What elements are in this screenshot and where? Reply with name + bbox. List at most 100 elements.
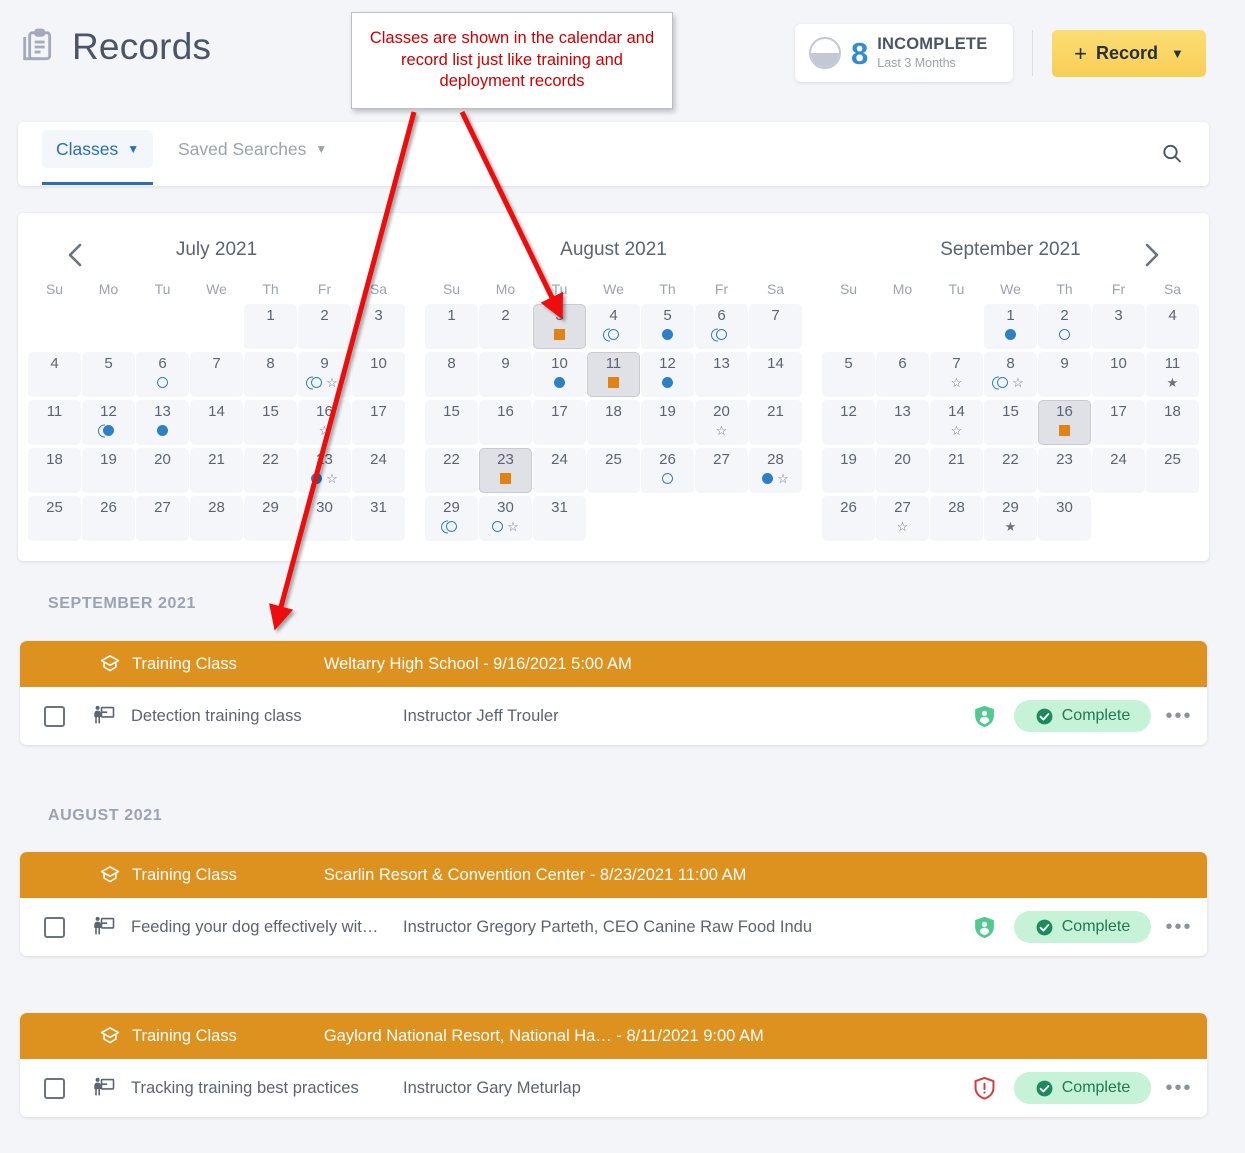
- calendar-day-18[interactable]: 18: [587, 400, 640, 445]
- calendar-day-14[interactable]: 14: [749, 352, 802, 397]
- calendar-day-22[interactable]: 22: [244, 448, 297, 493]
- calendar-day-6[interactable]: 6: [876, 352, 929, 397]
- tab-saved-searches[interactable]: Saved Searches ▼: [164, 130, 341, 168]
- calendar-day-18[interactable]: 18: [1146, 400, 1199, 445]
- calendar-day-22[interactable]: 22: [984, 448, 1037, 493]
- calendar-day-3[interactable]: 3: [1092, 304, 1145, 349]
- calendar-day-15[interactable]: 15: [244, 400, 297, 445]
- calendar-day-20[interactable]: 20: [876, 448, 929, 493]
- calendar-day-1[interactable]: 1: [244, 304, 297, 349]
- record-card[interactable]: Training Class Gaylord National Resort, N…: [20, 1013, 1207, 1117]
- record-card[interactable]: Training Class Weltarry High School - 9/1…: [20, 641, 1207, 745]
- record-checkbox[interactable]: [44, 916, 65, 938]
- calendar-day-25[interactable]: 25: [1146, 448, 1199, 493]
- record-overflow-menu[interactable]: •••: [1151, 1078, 1207, 1098]
- calendar-day-1[interactable]: 1: [984, 304, 1037, 349]
- tab-classes[interactable]: Classes ▼: [42, 130, 154, 185]
- calendar-day-27[interactable]: 27 ☆: [876, 496, 929, 541]
- calendar-day-13[interactable]: 13: [695, 352, 748, 397]
- calendar-day-10[interactable]: 10: [1092, 352, 1145, 397]
- calendar-day-29[interactable]: 29 ★: [984, 496, 1037, 541]
- calendar-day-5[interactable]: 5: [82, 352, 135, 397]
- record-checkbox[interactable]: [44, 1077, 65, 1099]
- calendar-day-19[interactable]: 19: [641, 400, 694, 445]
- calendar-day-23[interactable]: 23 ☆: [298, 448, 351, 493]
- calendar-day-10[interactable]: 10: [533, 352, 586, 397]
- calendar-day-2[interactable]: 2: [479, 304, 532, 349]
- calendar-day-29[interactable]: 29: [425, 496, 478, 541]
- calendar-day-3[interactable]: 3: [352, 304, 405, 349]
- calendar-day-20[interactable]: 20 ☆: [695, 400, 748, 445]
- calendar-day-7[interactable]: 7: [749, 304, 802, 349]
- calendar-day-21[interactable]: 21: [749, 400, 802, 445]
- calendar-day-28[interactable]: 28 ☆: [749, 448, 802, 493]
- record-card[interactable]: Training Class Scarlin Resort & Conventio…: [20, 852, 1207, 956]
- calendar-day-19[interactable]: 19: [82, 448, 135, 493]
- calendar-day-10[interactable]: 10: [352, 352, 405, 397]
- calendar-day-9[interactable]: 9: [1038, 352, 1091, 397]
- calendar-day-5[interactable]: 5: [641, 304, 694, 349]
- calendar-day-29[interactable]: 29: [244, 496, 297, 541]
- calendar-day-12[interactable]: 12: [82, 400, 135, 445]
- calendar-day-20[interactable]: 20: [136, 448, 189, 493]
- calendar-day-6[interactable]: 6: [695, 304, 748, 349]
- calendar-day-16[interactable]: 16: [479, 400, 532, 445]
- calendar-day-23[interactable]: 23: [1038, 448, 1091, 493]
- calendar-day-2[interactable]: 2: [1038, 304, 1091, 349]
- calendar-day-24[interactable]: 24: [533, 448, 586, 493]
- calendar-day-26[interactable]: 26: [822, 496, 875, 541]
- calendar-day-1[interactable]: 1: [425, 304, 478, 349]
- calendar-day-11[interactable]: 11: [587, 352, 640, 397]
- calendar-day-28[interactable]: 28: [930, 496, 983, 541]
- calendar-day-30[interactable]: 30: [298, 496, 351, 541]
- status-badge[interactable]: Complete: [1014, 1072, 1151, 1104]
- calendar-day-8[interactable]: 8 ☆: [984, 352, 1037, 397]
- calendar-day-3[interactable]: 3: [533, 304, 586, 349]
- calendar-day-6[interactable]: 6: [136, 352, 189, 397]
- calendar-day-16[interactable]: 16 ☆: [298, 400, 351, 445]
- calendar-day-5[interactable]: 5: [822, 352, 875, 397]
- calendar-day-4[interactable]: 4: [587, 304, 640, 349]
- calendar-day-30[interactable]: 30: [1038, 496, 1091, 541]
- record-checkbox[interactable]: [44, 705, 65, 727]
- calendar-day-7[interactable]: 7: [190, 352, 243, 397]
- calendar-day-13[interactable]: 13: [876, 400, 929, 445]
- calendar-day-25[interactable]: 25: [587, 448, 640, 493]
- calendar-day-22[interactable]: 22: [425, 448, 478, 493]
- search-icon[interactable]: [1155, 137, 1189, 171]
- calendar-day-13[interactable]: 13: [136, 400, 189, 445]
- calendar-day-9[interactable]: 9: [479, 352, 532, 397]
- record-overflow-menu[interactable]: •••: [1151, 706, 1207, 726]
- calendar-day-7[interactable]: 7 ☆: [930, 352, 983, 397]
- calendar-day-17[interactable]: 17: [352, 400, 405, 445]
- calendar-day-17[interactable]: 17: [533, 400, 586, 445]
- calendar-day-19[interactable]: 19: [822, 448, 875, 493]
- calendar-day-18[interactable]: 18: [28, 448, 81, 493]
- calendar-day-8[interactable]: 8: [425, 352, 478, 397]
- calendar-day-2[interactable]: 2: [298, 304, 351, 349]
- calendar-day-17[interactable]: 17: [1092, 400, 1145, 445]
- add-record-button[interactable]: + Record ▼: [1052, 30, 1206, 77]
- calendar-day-12[interactable]: 12: [822, 400, 875, 445]
- calendar-day-15[interactable]: 15: [425, 400, 478, 445]
- calendar-day-14[interactable]: 14: [190, 400, 243, 445]
- calendar-day-24[interactable]: 24: [1092, 448, 1145, 493]
- incomplete-kpi-card[interactable]: 8 INCOMPLETE Last 3 Months: [795, 24, 1013, 82]
- calendar-day-26[interactable]: 26: [641, 448, 694, 493]
- status-badge[interactable]: Complete: [1014, 700, 1151, 732]
- calendar-day-23[interactable]: 23: [479, 448, 532, 493]
- calendar-day-11[interactable]: 11: [28, 400, 81, 445]
- calendar-day-28[interactable]: 28: [190, 496, 243, 541]
- calendar-day-31[interactable]: 31: [533, 496, 586, 541]
- calendar-day-30[interactable]: 30 ☆: [479, 496, 532, 541]
- calendar-day-12[interactable]: 12: [641, 352, 694, 397]
- calendar-day-21[interactable]: 21: [930, 448, 983, 493]
- calendar-day-21[interactable]: 21: [190, 448, 243, 493]
- calendar-day-25[interactable]: 25: [28, 496, 81, 541]
- calendar-day-16[interactable]: 16: [1038, 400, 1091, 445]
- calendar-day-8[interactable]: 8: [244, 352, 297, 397]
- calendar-day-27[interactable]: 27: [136, 496, 189, 541]
- calendar-day-14[interactable]: 14 ☆: [930, 400, 983, 445]
- calendar-day-26[interactable]: 26: [82, 496, 135, 541]
- calendar-day-15[interactable]: 15: [984, 400, 1037, 445]
